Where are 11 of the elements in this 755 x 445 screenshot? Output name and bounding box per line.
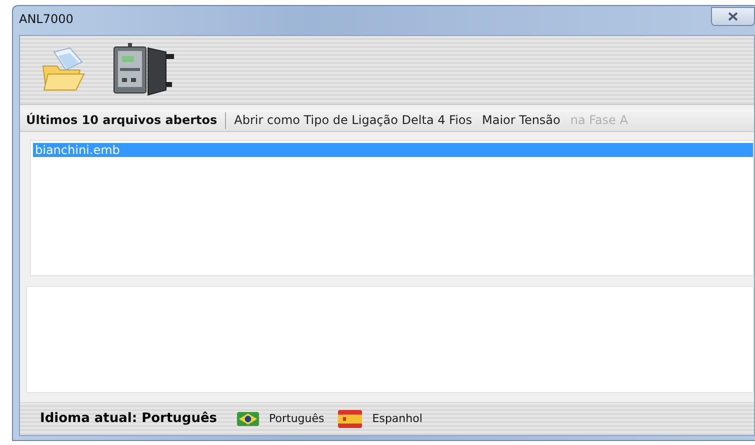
menu-item[interactable]: Maior Tensão xyxy=(482,113,560,127)
menu-item[interactable]: Abrir como Tipo de Ligação Delta 4 Fios xyxy=(234,113,472,127)
brazil-flag-icon xyxy=(237,412,260,426)
window-title: ANL7000 xyxy=(19,12,74,26)
spain-flag-icon xyxy=(338,410,362,428)
language-button[interactable]: Português xyxy=(237,412,330,426)
recent-files-label: Últimos 10 arquivos abertos xyxy=(26,113,218,127)
current-language-label: Idioma atual: Português xyxy=(40,411,218,426)
close-icon xyxy=(728,12,738,20)
close-button[interactable] xyxy=(711,6,755,26)
language-button[interactable]: Espanhol xyxy=(338,410,428,428)
